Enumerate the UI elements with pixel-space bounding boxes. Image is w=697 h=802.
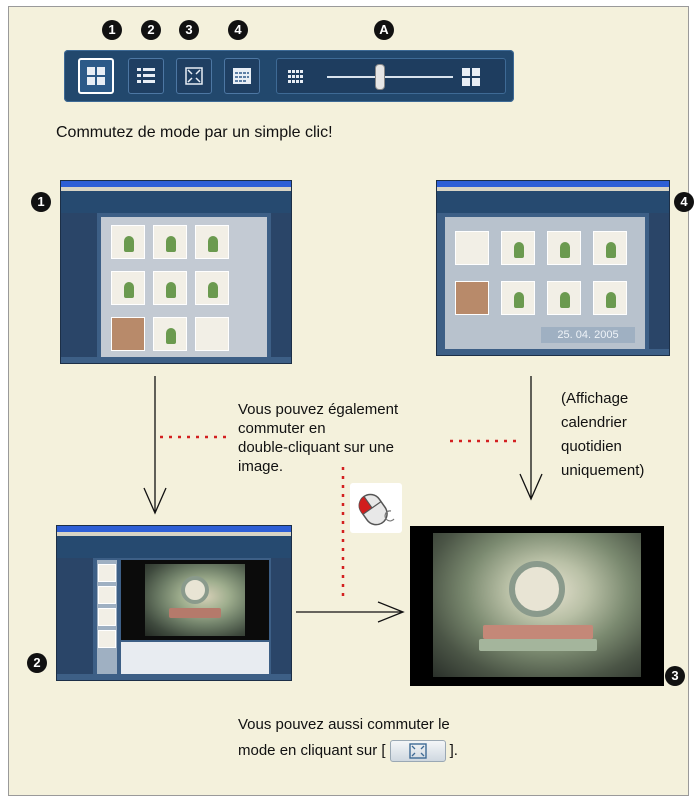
marker-3: 3 bbox=[179, 20, 199, 40]
calendar-date: 25. 04. 2005 bbox=[541, 327, 635, 343]
thumbnail-mode-button[interactable] bbox=[78, 58, 114, 94]
fullscreen-icon bbox=[185, 67, 203, 85]
fullscreen-mode-screenshot bbox=[410, 526, 664, 686]
list-mode-button[interactable] bbox=[128, 58, 164, 94]
slider-thumb[interactable] bbox=[375, 64, 385, 90]
calendar-note-line1: (Affichage bbox=[561, 390, 629, 407]
bottom-caption-line2: mode en cliquant sur [ ]. bbox=[238, 738, 458, 764]
slider-track[interactable] bbox=[327, 76, 453, 78]
calendar-note-line4: uniquement) bbox=[561, 462, 645, 479]
view-mode-toolbar bbox=[64, 50, 514, 102]
large-grid-icon bbox=[462, 68, 480, 86]
switch-mode-caption: Commutez de mode par un simple clic! bbox=[56, 124, 333, 141]
marker-1: 1 bbox=[102, 20, 122, 40]
fullscreen-icon bbox=[408, 743, 427, 759]
calendar-mode-screenshot: 25. 04. 2005 bbox=[436, 180, 670, 356]
marker-4: 4 bbox=[228, 20, 248, 40]
marker-a: A bbox=[374, 20, 394, 40]
marker-2: 2 bbox=[141, 20, 161, 40]
mouse-double-click-icon bbox=[350, 483, 402, 533]
grid-icon bbox=[87, 67, 105, 85]
thumbnail-size-slider[interactable] bbox=[276, 58, 506, 94]
calendar-icon bbox=[233, 68, 251, 84]
thumbnail-mode-screenshot bbox=[60, 180, 292, 364]
bottom-caption: Vous pouvez aussi commuter le mode en cl… bbox=[238, 712, 458, 764]
calendar-note-line2: calendrier bbox=[561, 414, 627, 431]
calendar-note-caption: (Affichage calendrier quotidien uniqueme… bbox=[561, 387, 644, 483]
screen2-marker: 2 bbox=[27, 653, 47, 673]
calendar-note-line3: quotidien bbox=[561, 438, 622, 455]
double-click-line1: Vous pouvez également bbox=[238, 401, 399, 418]
fullscreen-mode-button[interactable] bbox=[176, 58, 212, 94]
list-icon bbox=[137, 68, 155, 83]
bottom-caption-line2-start: mode en cliquant sur [ bbox=[238, 742, 386, 759]
screen1-marker: 1 bbox=[31, 192, 51, 212]
bottom-caption-line2-end: ]. bbox=[449, 742, 458, 759]
bottom-caption-line1: Vous pouvez aussi commuter le bbox=[238, 716, 450, 733]
fullscreen-inline-button bbox=[389, 740, 446, 762]
arrow-right-icon bbox=[296, 601, 405, 623]
screen3-marker: 3 bbox=[665, 666, 685, 686]
calendar-mode-button[interactable] bbox=[224, 58, 260, 94]
screen4-marker: 4 bbox=[674, 192, 694, 212]
small-grid-icon bbox=[288, 70, 303, 83]
preview-mode-screenshot bbox=[56, 525, 292, 681]
